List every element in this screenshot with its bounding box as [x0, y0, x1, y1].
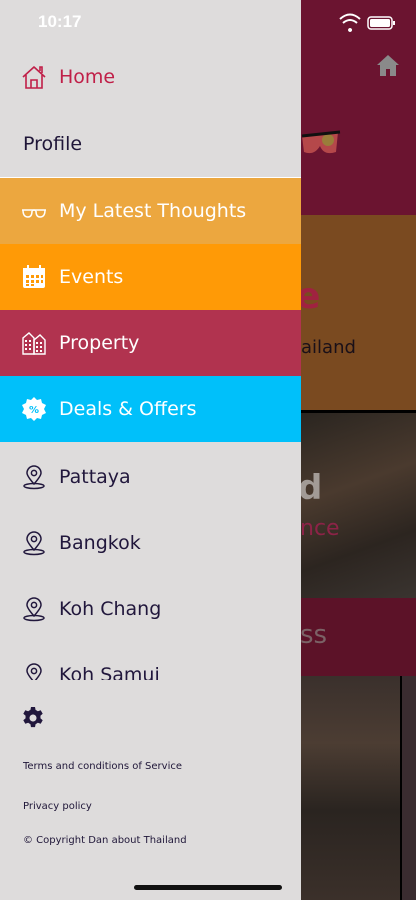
menu-item-label: Koh Chang: [59, 598, 162, 620]
location-pin-icon: [21, 596, 47, 622]
menu-item-events[interactable]: Events: [0, 244, 301, 310]
bg-partial-text: nce: [300, 516, 340, 541]
menu-item-profile[interactable]: Profile: [0, 111, 301, 177]
menu-item-label: Pattaya: [59, 466, 131, 488]
drawer-menu-list[interactable]: Home Profile My Latest Thoughts Events P…: [0, 0, 301, 680]
home-icon: [21, 64, 47, 90]
menu-item-label: Profile: [23, 133, 83, 155]
bg-partial-letter: d: [298, 468, 323, 508]
bg-partial-text: ailand: [301, 337, 356, 358]
menu-item-label: Events: [59, 266, 124, 288]
terms-link[interactable]: Terms and conditions of Service: [23, 761, 182, 772]
menu-item-deals-offers[interactable]: % Deals & Offers: [0, 376, 301, 442]
menu-item-property[interactable]: Property: [0, 310, 301, 376]
menu-item-bangkok[interactable]: Bangkok: [0, 510, 301, 576]
gear-icon[interactable]: [21, 706, 45, 730]
glasses-icon: [21, 198, 47, 224]
location-pin-icon: [21, 464, 47, 490]
location-pin-icon: [21, 662, 47, 680]
bg-photo-card[interactable]: [300, 676, 400, 900]
menu-item-label: Koh Samui: [59, 664, 160, 680]
location-pin-icon: [21, 530, 47, 556]
bg-logo-icon: [301, 130, 341, 154]
percent-badge-icon: %: [21, 396, 47, 422]
menu-item-koh-samui[interactable]: Koh Samui: [0, 642, 301, 680]
menu-item-label: Home: [59, 66, 116, 88]
bg-partial-text: ss: [300, 620, 328, 650]
menu-item-koh-chang[interactable]: Koh Chang: [0, 576, 301, 642]
copyright-text: © Copyright Dan about Thailand: [23, 835, 187, 846]
home-indicator[interactable]: [134, 885, 282, 890]
navigation-drawer: 10:17 Home Profile My Latest Thoughts Ev…: [0, 0, 301, 900]
bg-photo-card[interactable]: [402, 676, 416, 900]
bg-home-icon[interactable]: [375, 52, 401, 78]
status-icons: [339, 13, 395, 32]
privacy-policy-link[interactable]: Privacy policy: [23, 801, 92, 812]
menu-item-label: Property: [59, 332, 140, 354]
building-icon: [21, 330, 47, 356]
calendar-icon: [21, 264, 47, 290]
svg-text:%: %: [29, 405, 39, 416]
menu-item-label: Bangkok: [59, 532, 141, 554]
menu-item-label: Deals & Offers: [59, 398, 197, 420]
menu-item-pattaya[interactable]: Pattaya: [0, 444, 301, 510]
menu-item-label: My Latest Thoughts: [59, 200, 247, 222]
menu-item-my-latest-thoughts[interactable]: My Latest Thoughts: [0, 178, 301, 244]
menu-item-home[interactable]: Home: [0, 44, 301, 110]
